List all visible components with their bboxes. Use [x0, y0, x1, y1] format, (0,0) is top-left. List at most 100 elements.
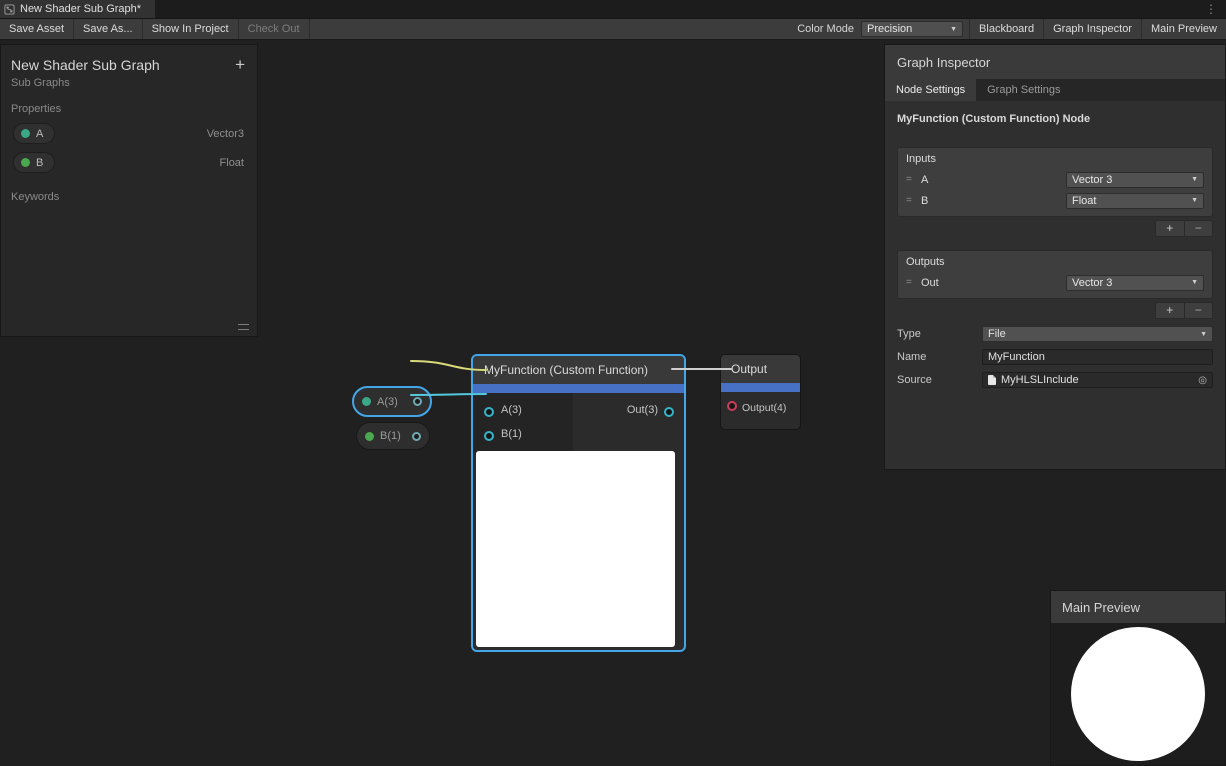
chevron-down-icon: ▼ [950, 26, 957, 33]
inputs-box: Inputs = A Vector 3 ▼ = B Float ▼ [897, 147, 1213, 217]
color-mode-value: Precision [867, 23, 912, 35]
input-port-label: A(3) [501, 404, 522, 416]
object-picker-icon[interactable]: ◎ [1198, 375, 1207, 386]
node-input-column [473, 393, 573, 453]
property-type: Vector3 [207, 128, 244, 140]
save-asset-button[interactable]: Save Asset [0, 19, 74, 39]
main-preview-title: Main Preview [1051, 591, 1225, 623]
inputs-box-title: Inputs [898, 148, 1212, 169]
chevron-down-icon: ▼ [1191, 279, 1198, 286]
add-output-button[interactable]: + [1156, 303, 1184, 318]
name-field: Name MyFunction [897, 349, 1213, 365]
output-type-dropdown[interactable]: Vector 3 ▼ [1066, 275, 1204, 291]
input-type-value: Float [1072, 195, 1096, 207]
properties-section-label: Properties [1, 89, 257, 119]
input-type-dropdown[interactable]: Vector 3 ▼ [1066, 172, 1204, 188]
type-field-label: Type [897, 328, 982, 340]
source-value: MyHLSLInclude [1001, 374, 1079, 386]
property-node-label: B(1) [380, 430, 401, 442]
tab-node-settings[interactable]: Node Settings [885, 79, 976, 101]
property-color-dot [365, 432, 374, 441]
show-in-project-button[interactable]: Show In Project [143, 19, 239, 39]
input-type-dropdown[interactable]: Float ▼ [1066, 193, 1204, 209]
outputs-box: Outputs = Out Vector 3 ▼ [897, 250, 1213, 299]
check-out-button: Check Out [239, 19, 310, 39]
main-preview-viewport[interactable] [1051, 623, 1225, 765]
source-field-label: Source [897, 374, 982, 386]
property-output-port[interactable] [413, 397, 422, 406]
node-accent-strip [721, 383, 800, 392]
property-name: A [36, 128, 43, 140]
input-row[interactable]: = B Float ▼ [898, 190, 1212, 211]
main-toolbar: Save Asset Save As... Show In Project Ch… [0, 18, 1226, 40]
inspector-title: Graph Inspector [885, 45, 1225, 79]
inspector-tabs: Node Settings Graph Settings [885, 79, 1225, 101]
property-pill[interactable]: A [13, 123, 55, 144]
document-tab[interactable]: New Shader Sub Graph* [0, 0, 155, 18]
input-row[interactable]: = A Vector 3 ▼ [898, 169, 1212, 190]
output-port-label: Out(3) [627, 404, 658, 416]
output-row[interactable]: = Out Vector 3 ▼ [898, 272, 1212, 293]
property-output-port[interactable] [412, 432, 421, 441]
property-type: Float [220, 157, 244, 169]
blackboard-title: New Shader Sub Graph [1, 45, 257, 73]
input-port-b[interactable] [484, 431, 494, 441]
tab-bar: New Shader Sub Graph* ⋮ [0, 0, 1226, 18]
input-port-a[interactable] [484, 407, 494, 417]
color-mode-dropdown[interactable]: Precision ▼ [861, 21, 963, 37]
graph-inspector-toggle-button[interactable]: Graph Inspector [1043, 19, 1141, 39]
myfunction-node[interactable]: MyFunction (Custom Function) A(3) B(1) O… [471, 354, 686, 652]
input-port-label: B(1) [501, 428, 522, 440]
type-field: Type File ▼ [897, 326, 1213, 342]
remove-output-button[interactable]: − [1184, 303, 1213, 318]
reorder-handle-icon[interactable]: = [906, 174, 921, 185]
reorder-handle-icon[interactable]: = [906, 195, 921, 206]
node-settings-heading: MyFunction (Custom Function) Node [897, 113, 1213, 125]
output-name: Out [921, 277, 1066, 289]
graph-inspector-panel: Graph Inspector Node Settings Graph Sett… [884, 44, 1226, 470]
outputs-box-title: Outputs [898, 251, 1212, 272]
property-row[interactable]: B Float [1, 148, 257, 177]
inputs-add-remove-toolbar: + − [1155, 220, 1213, 237]
overflow-menu-icon[interactable]: ⋮ [1201, 0, 1222, 18]
name-field-label: Name [897, 351, 982, 363]
output-node[interactable]: Output Output(4) [720, 354, 801, 430]
blackboard-toggle-button[interactable]: Blackboard [969, 19, 1043, 39]
output-port-label: Output(4) [742, 402, 786, 414]
property-pill[interactable]: B [13, 152, 55, 173]
preview-sphere [1071, 627, 1205, 761]
outputs-add-remove-toolbar: + − [1155, 302, 1213, 319]
input-name: A [921, 174, 1066, 186]
tab-graph-settings[interactable]: Graph Settings [976, 79, 1071, 101]
main-preview-panel: Main Preview [1050, 590, 1226, 766]
main-preview-toggle-button[interactable]: Main Preview [1141, 19, 1226, 39]
node-title: MyFunction (Custom Function) [473, 356, 684, 384]
add-input-button[interactable]: + [1156, 221, 1184, 236]
name-input[interactable]: MyFunction [982, 349, 1213, 365]
node-accent-strip [473, 384, 684, 393]
node-preview-image [476, 451, 675, 647]
property-node-a[interactable]: A(3) [352, 386, 432, 417]
property-row[interactable]: A Vector3 [1, 119, 257, 148]
file-icon [988, 375, 996, 385]
output-port-out[interactable] [664, 407, 674, 417]
save-as-button[interactable]: Save As... [74, 19, 143, 39]
blackboard-subtitle: Sub Graphs [1, 73, 257, 89]
tab-title: New Shader Sub Graph* [20, 3, 141, 15]
remove-input-button[interactable]: − [1184, 221, 1213, 236]
property-node-b[interactable]: B(1) [356, 422, 430, 450]
resize-handle[interactable] [238, 324, 249, 330]
chevron-down-icon: ▼ [1191, 176, 1198, 183]
blackboard-panel: New Shader Sub Graph + Sub Graphs Proper… [0, 44, 258, 337]
type-dropdown[interactable]: File ▼ [982, 326, 1213, 342]
source-object-field[interactable]: MyHLSLInclude ◎ [982, 372, 1213, 388]
chevron-down-icon: ▼ [1200, 331, 1207, 338]
add-property-button[interactable]: + [235, 57, 245, 73]
source-field: Source MyHLSLInclude ◎ [897, 372, 1213, 388]
node-title: Output [721, 355, 800, 383]
property-color-dot [21, 129, 30, 138]
reorder-handle-icon[interactable]: = [906, 277, 921, 288]
output-input-port[interactable] [727, 401, 737, 411]
shader-graph-document-icon [4, 4, 15, 15]
type-value: File [988, 328, 1006, 340]
